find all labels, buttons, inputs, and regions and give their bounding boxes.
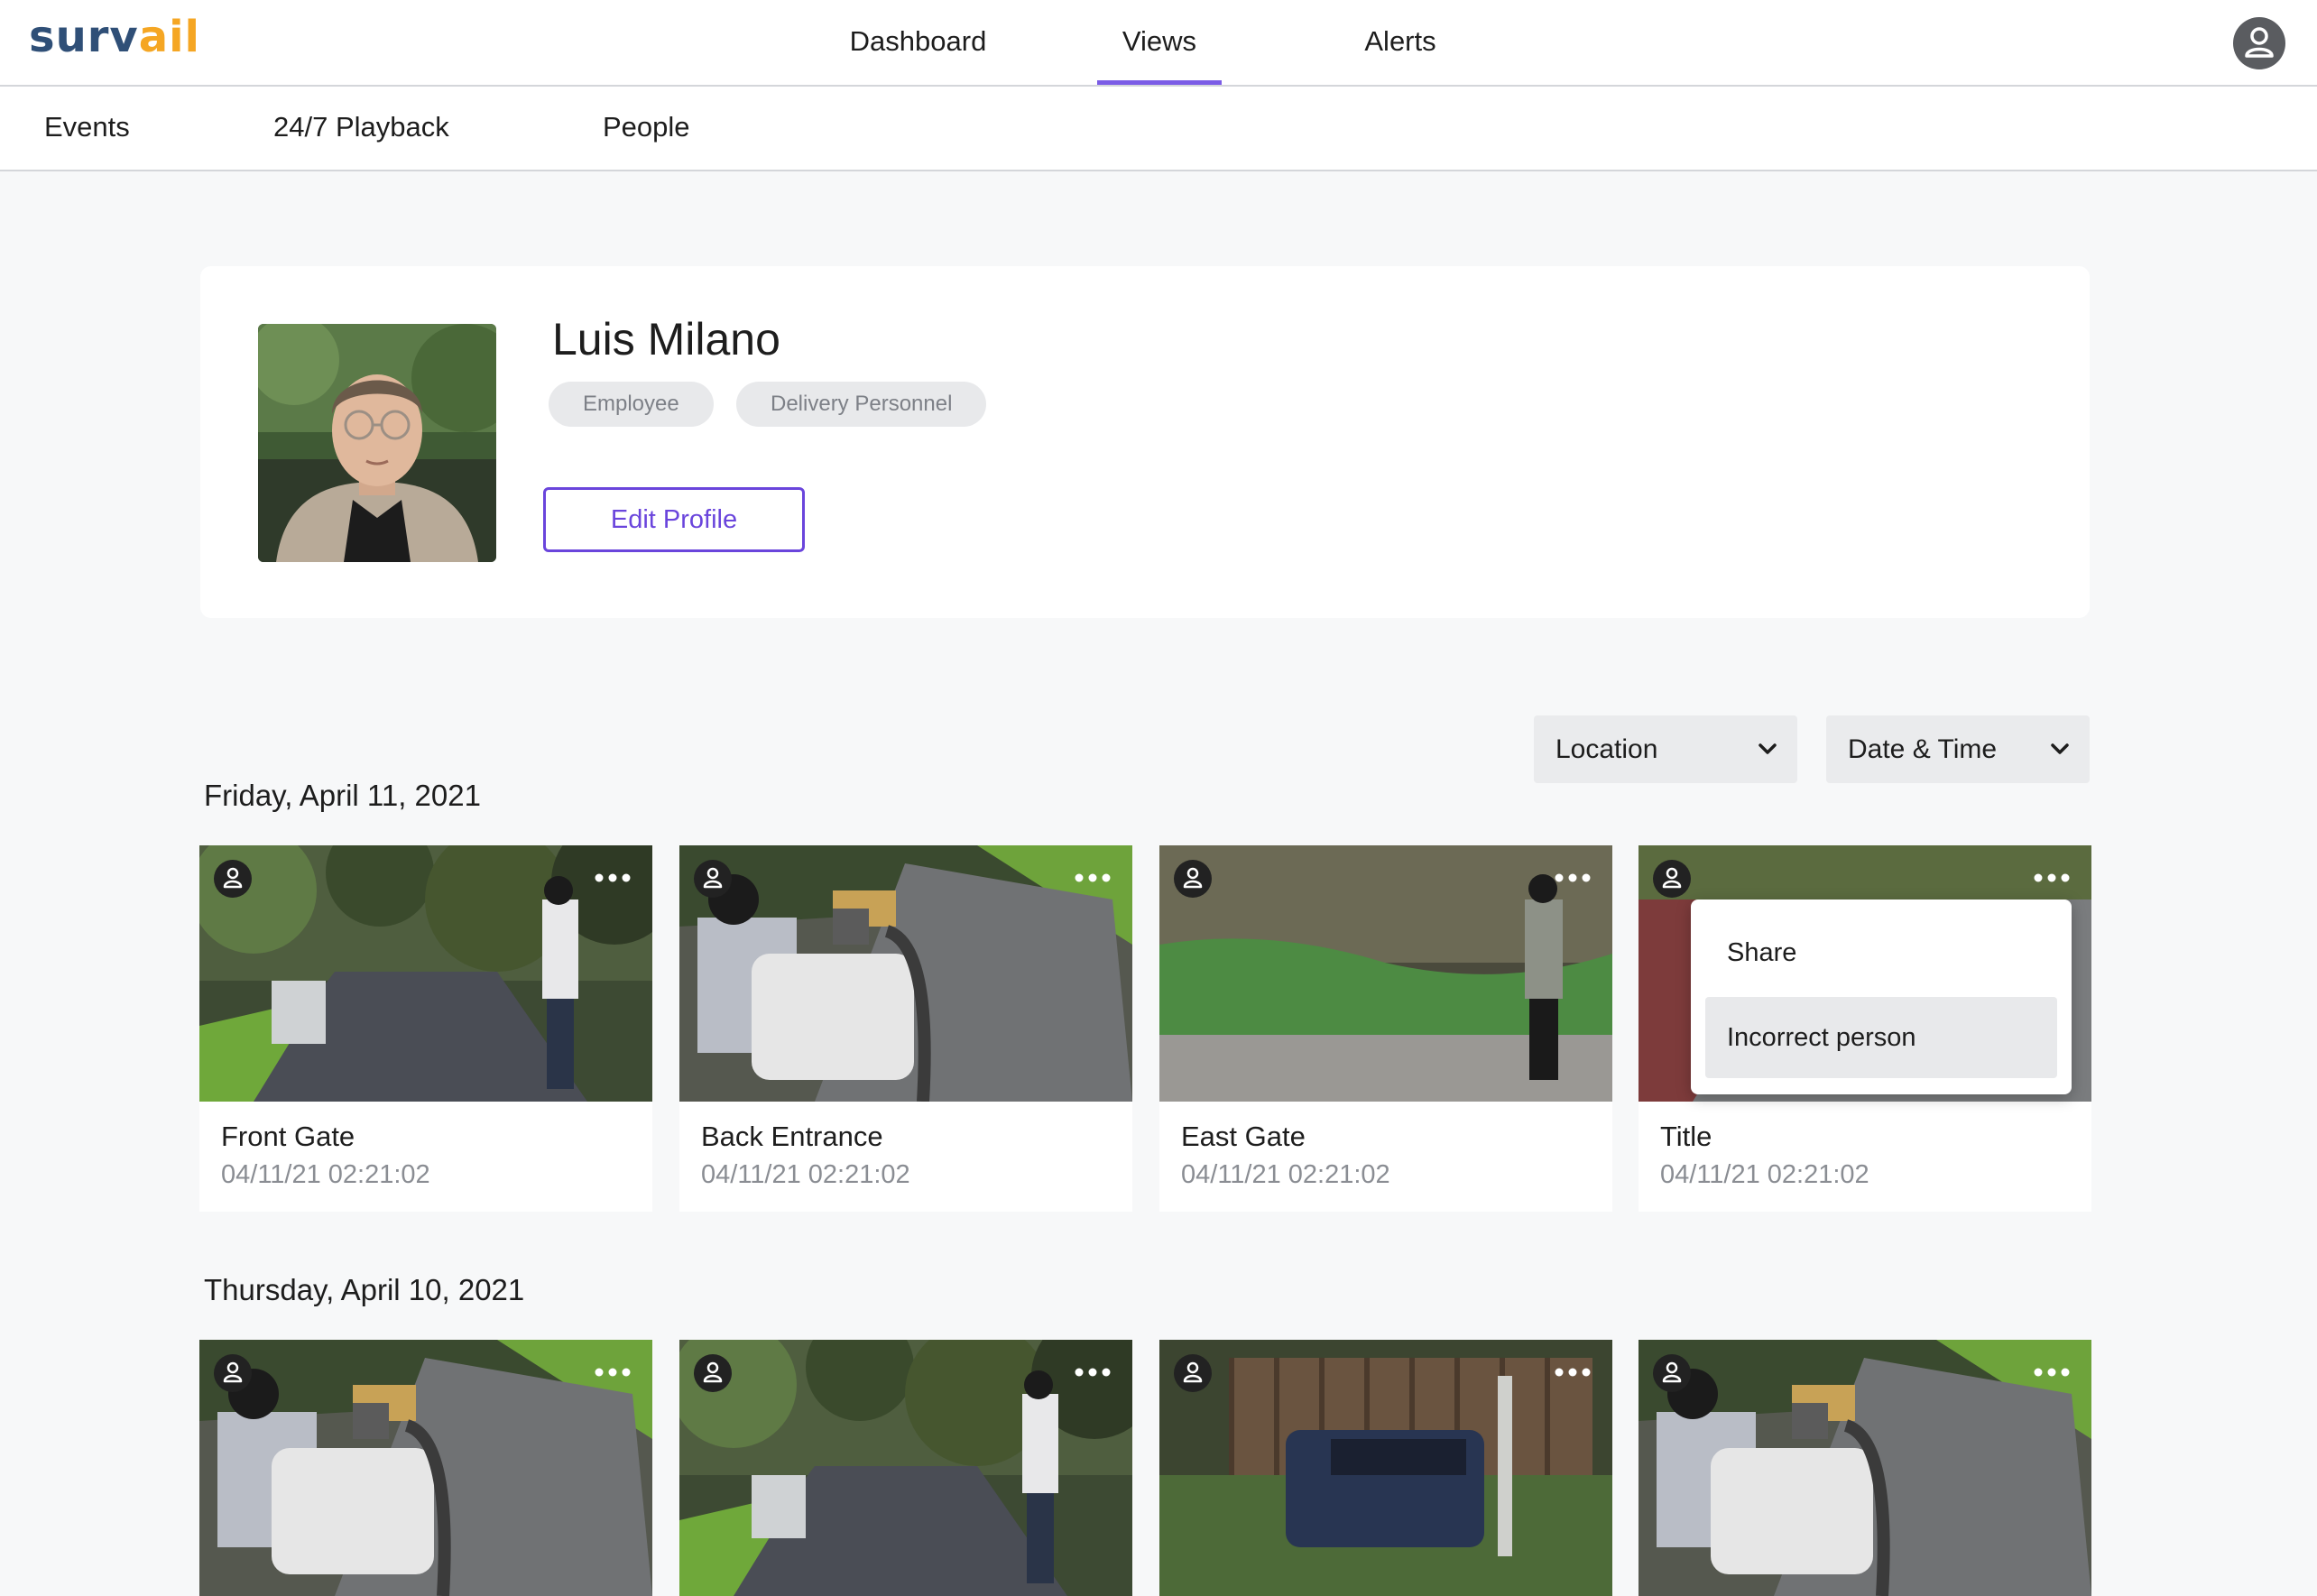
- more-options-icon[interactable]: [593, 1361, 632, 1383]
- event-card-title: Back Entrance: [701, 1121, 883, 1152]
- more-options-icon[interactable]: [593, 867, 632, 889]
- logo-text-main: surv: [29, 12, 139, 62]
- camera-snapshot: [1159, 1340, 1612, 1596]
- event-thumbnail[interactable]: [1639, 1340, 2091, 1596]
- event-thumbnail[interactable]: [1159, 845, 1612, 1102]
- person-icon[interactable]: [694, 1354, 732, 1392]
- tag-delivery-personnel: Delivery Personnel: [736, 382, 987, 427]
- datetime-filter-label: Date & Time: [1848, 734, 1998, 764]
- survail-logo[interactable]: survail: [29, 5, 200, 69]
- event-card[interactable]: East Gate 04/11/21 02:21:02: [1159, 845, 1612, 1212]
- camera-snapshot: [679, 845, 1132, 1102]
- menu-item-share[interactable]: Share: [1705, 912, 2057, 993]
- chevron-down-icon: [2051, 743, 2069, 754]
- card-context-menu: Share Incorrect person: [1691, 899, 2072, 1094]
- user-avatar-icon: [2245, 27, 2274, 58]
- event-card-time: 04/11/21 02:21:02: [221, 1160, 430, 1189]
- event-card[interactable]: [679, 1340, 1132, 1596]
- event-thumbnail[interactable]: [199, 1340, 652, 1596]
- tab-alerts[interactable]: Alerts: [1344, 0, 1456, 85]
- location-filter[interactable]: Location: [1534, 715, 1797, 783]
- person-icon[interactable]: [214, 1354, 252, 1392]
- event-thumbnail[interactable]: [679, 845, 1132, 1102]
- camera-snapshot: [199, 845, 652, 1102]
- chevron-down-icon: [1759, 743, 1777, 754]
- tag-employee: Employee: [549, 382, 714, 427]
- event-thumbnail[interactable]: [199, 845, 652, 1102]
- person-icon[interactable]: [694, 860, 732, 898]
- person-icon[interactable]: [1174, 1354, 1212, 1392]
- event-card[interactable]: [1159, 1340, 1612, 1596]
- tab-views[interactable]: Views: [1097, 0, 1222, 85]
- more-options-icon[interactable]: [1553, 1361, 1592, 1383]
- logo-text-accent: ail: [138, 12, 200, 62]
- day-heading: Friday, April 11, 2021: [204, 779, 481, 812]
- day-heading: Thursday, April 10, 2021: [204, 1273, 525, 1306]
- event-card[interactable]: Back Entrance 04/11/21 02:21:02: [679, 845, 1132, 1212]
- more-options-icon[interactable]: [1073, 867, 1112, 889]
- location-filter-label: Location: [1555, 734, 1658, 764]
- tab-dashboard[interactable]: Dashboard: [835, 0, 1002, 85]
- event-card-time: 04/11/21 02:21:02: [701, 1160, 910, 1189]
- person-icon[interactable]: [1653, 1354, 1691, 1392]
- person-icon[interactable]: [1653, 860, 1691, 898]
- event-thumbnail[interactable]: [679, 1340, 1132, 1596]
- menu-item-incorrect-person[interactable]: Incorrect person: [1705, 997, 2057, 1078]
- event-card-time: 04/11/21 02:21:02: [1660, 1160, 1869, 1189]
- edit-profile-button[interactable]: Edit Profile: [543, 487, 805, 552]
- event-card-title: East Gate: [1181, 1121, 1306, 1152]
- event-card-title: Front Gate: [221, 1121, 355, 1152]
- event-card[interactable]: [199, 1340, 652, 1596]
- camera-snapshot: [1639, 1340, 2091, 1596]
- subnav-playback[interactable]: 24/7 Playback: [273, 87, 449, 170]
- person-icon[interactable]: [1174, 860, 1212, 898]
- event-card[interactable]: Front Gate 04/11/21 02:21:02: [199, 845, 652, 1212]
- profile-photo: [258, 324, 496, 562]
- user-avatar-button[interactable]: [2233, 17, 2285, 69]
- profile-name: Luis Milano: [552, 314, 780, 364]
- event-card-time: 04/11/21 02:21:02: [1181, 1160, 1390, 1189]
- camera-snapshot: [1159, 845, 1612, 1102]
- person-icon[interactable]: [214, 860, 252, 898]
- more-options-icon[interactable]: [2032, 867, 2072, 889]
- more-options-icon[interactable]: [1553, 867, 1592, 889]
- camera-snapshot: [679, 1340, 1132, 1596]
- camera-snapshot: [199, 1340, 652, 1596]
- datetime-filter[interactable]: Date & Time: [1826, 715, 2090, 783]
- top-bar: survail Dashboard Views Alerts: [0, 0, 2317, 87]
- event-card[interactable]: [1639, 1340, 2091, 1596]
- more-options-icon[interactable]: [2032, 1361, 2072, 1383]
- more-options-icon[interactable]: [1073, 1361, 1112, 1383]
- event-card-title: Title: [1660, 1121, 1712, 1152]
- subnav-events[interactable]: Events: [44, 87, 130, 170]
- sub-nav: Events 24/7 Playback People: [0, 87, 2317, 171]
- profile-card: Luis Milano Employee Delivery Personnel …: [200, 266, 2090, 618]
- event-thumbnail[interactable]: [1159, 1340, 1612, 1596]
- subnav-people[interactable]: People: [603, 87, 690, 170]
